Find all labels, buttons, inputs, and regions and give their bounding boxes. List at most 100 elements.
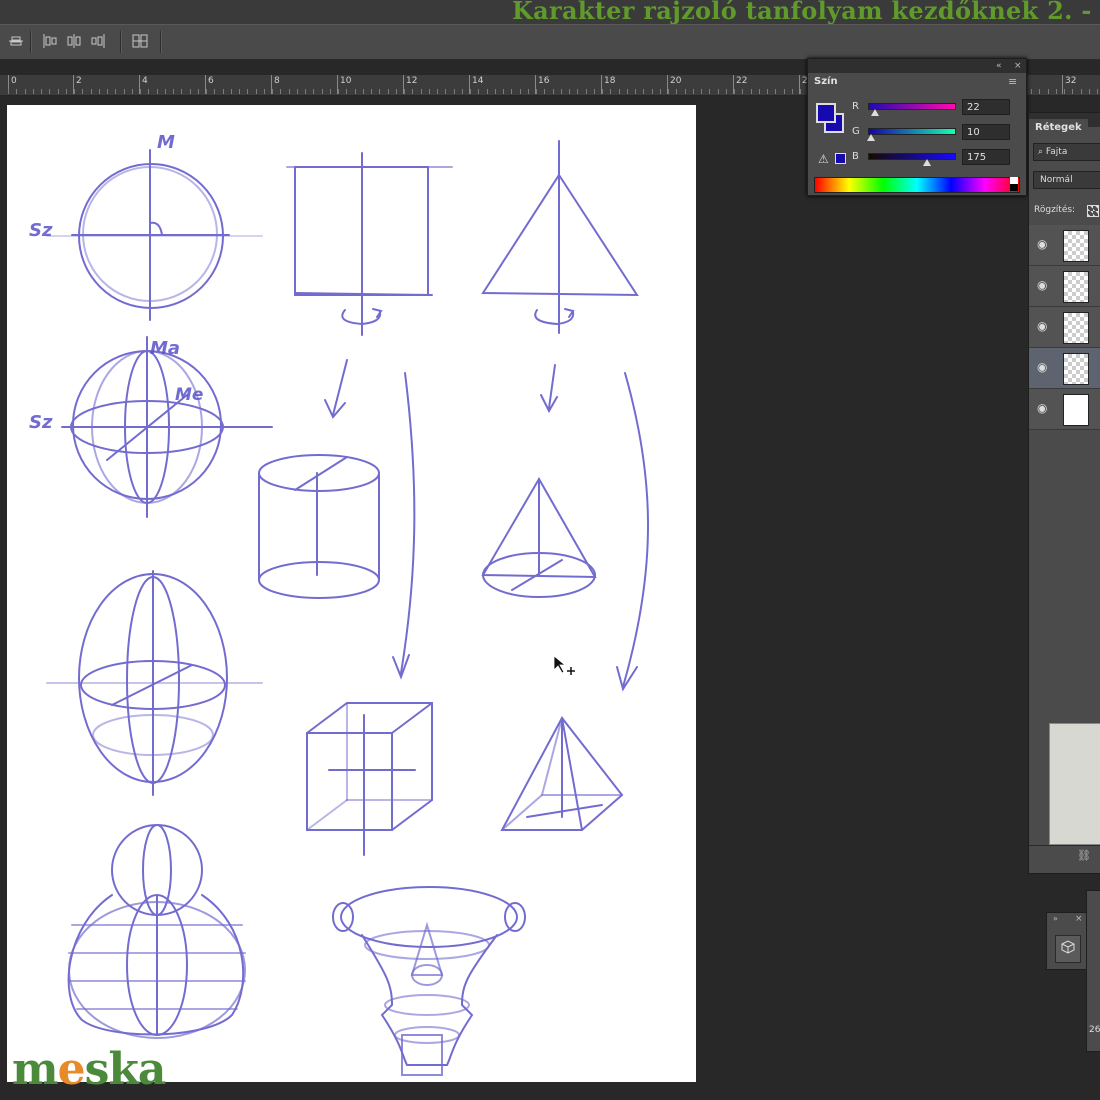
ruler-minor-tick <box>148 89 149 94</box>
ruler-label: 18 <box>604 76 616 86</box>
ruler-minor-tick <box>1097 89 1098 94</box>
tab-layers[interactable]: Rétegek <box>1029 119 1088 137</box>
lock-transparent-icon[interactable] <box>1087 205 1099 217</box>
ruler-label: 14 <box>472 76 484 86</box>
ruler-minor-tick <box>718 89 719 94</box>
ruler-label: 6 <box>208 76 214 86</box>
spectrum-black-white[interactable] <box>1010 177 1018 191</box>
layer-row[interactable]: ◉ <box>1029 348 1100 389</box>
distribute-right-icon[interactable] <box>88 32 108 50</box>
search-icon: ⌕ <box>1038 147 1044 157</box>
ruler-minor-tick <box>784 89 785 94</box>
channel-slider-g[interactable] <box>868 128 956 135</box>
ruler-minor-tick <box>470 89 471 94</box>
ruler-minor-tick <box>165 89 166 94</box>
3d-cube-icon[interactable] <box>1055 935 1081 963</box>
ruler-minor-tick <box>206 89 207 94</box>
ruler-minor-tick <box>1064 89 1065 94</box>
ruler-minor-tick <box>602 89 603 94</box>
ruler-minor-tick <box>1056 89 1057 94</box>
ruler-minor-tick <box>643 89 644 94</box>
slider-thumb[interactable] <box>871 109 880 116</box>
visibility-eye-icon[interactable]: ◉ <box>1037 360 1051 374</box>
meska-logo: meska <box>12 1044 167 1095</box>
channel-value-b[interactable]: 175 <box>962 149 1010 165</box>
blend-mode-select[interactable]: Normál <box>1033 171 1100 189</box>
spectrum-bar[interactable] <box>814 177 1020 193</box>
mini-panel-close-icon[interactable]: × <box>1075 914 1083 924</box>
distribute-center-icon[interactable] <box>64 32 84 50</box>
channel-label-g: G <box>852 126 860 137</box>
ruler-label: 12 <box>406 76 418 86</box>
channel-slider-b[interactable] <box>868 153 956 160</box>
ruler-minor-tick <box>25 89 26 94</box>
ruler-minor-tick <box>388 89 389 94</box>
ruler-minor-tick <box>115 89 116 94</box>
ruler-minor-tick <box>74 89 75 94</box>
ruler-minor-tick <box>214 89 215 94</box>
channel-value-r[interactable]: 22 <box>962 99 1010 115</box>
distribute-left-icon[interactable] <box>40 32 60 50</box>
layer-row[interactable]: ◉ <box>1029 266 1100 307</box>
link-layers-icon[interactable]: ⛓ <box>1077 849 1091 862</box>
web-safe-swatch[interactable] <box>835 153 846 164</box>
layer-row[interactable]: ◉ <box>1029 389 1100 430</box>
ruler-minor-tick <box>445 89 446 94</box>
label-Me: Me <box>175 385 203 405</box>
ruler-minor-tick <box>561 89 562 94</box>
ruler-minor-tick <box>652 89 653 94</box>
ruler-minor-tick <box>272 89 273 94</box>
ruler-minor-tick <box>586 89 587 94</box>
channel-value-g[interactable]: 10 <box>962 124 1010 140</box>
tab-color[interactable]: Szín <box>808 73 844 91</box>
ruler-minor-tick <box>594 89 595 94</box>
auto-align-icon[interactable] <box>130 32 150 50</box>
layer-thumbnail <box>1063 230 1089 262</box>
out-of-gamut-warning-icon[interactable]: ⚠ <box>818 153 829 165</box>
ruler-minor-tick <box>66 89 67 94</box>
label-Sz-1: Sz <box>29 220 53 241</box>
ruler-minor-tick <box>577 89 578 94</box>
ruler-minor-tick <box>1048 89 1049 94</box>
window-title: Karakter rajzoló tanfolyam kezdőknek 2. … <box>512 0 1100 24</box>
logo-part: ska <box>84 1044 167 1095</box>
ruler-minor-tick <box>124 89 125 94</box>
ruler-minor-tick <box>363 89 364 94</box>
layer-row[interactable]: ◉ <box>1029 307 1100 348</box>
layer-thumbnail <box>1063 353 1089 385</box>
foreground-swatch[interactable] <box>816 103 836 123</box>
ruler-minor-tick <box>346 89 347 94</box>
collapse-icon[interactable]: « <box>996 59 1002 73</box>
channel-slider-r[interactable] <box>868 103 956 110</box>
align-icon[interactable] <box>6 32 26 50</box>
ruler-label: 22 <box>736 76 748 86</box>
mini-panel-expand-icon[interactable]: » <box>1053 914 1058 923</box>
slider-thumb[interactable] <box>922 159 931 166</box>
ruler-minor-tick <box>437 89 438 94</box>
ruler-minor-tick <box>280 89 281 94</box>
ruler-minor-tick <box>338 89 339 94</box>
blend-mode-value: Normál <box>1040 175 1073 185</box>
slider-thumb[interactable] <box>867 134 876 141</box>
visibility-eye-icon[interactable]: ◉ <box>1037 319 1051 333</box>
ruler-minor-tick <box>528 89 529 94</box>
visibility-eye-icon[interactable]: ◉ <box>1037 278 1051 292</box>
ruler-minor-tick <box>800 89 801 94</box>
layers-footer: ⛓ <box>1029 845 1100 868</box>
canvas-document[interactable]: M Sz Ma Me Sz <box>7 105 696 1082</box>
ruler-minor-tick <box>355 89 356 94</box>
close-icon[interactable]: × <box>1014 59 1022 73</box>
ruler-minor-tick <box>91 89 92 94</box>
ruler-minor-tick <box>685 89 686 94</box>
ruler-label: 32 <box>1065 76 1077 86</box>
logo-part: m <box>12 1044 59 1095</box>
ruler-minor-tick <box>1031 89 1032 94</box>
mini-panel: » × <box>1046 912 1088 970</box>
visibility-eye-icon[interactable]: ◉ <box>1037 237 1051 251</box>
layer-row[interactable]: ◉ <box>1029 225 1100 266</box>
layer-filter[interactable]: ⌕ Fajta <box>1033 143 1100 161</box>
panel-menu-icon[interactable]: ≡ <box>1008 75 1017 89</box>
ruler-minor-tick <box>190 89 191 94</box>
ruler-minor-tick <box>536 89 537 94</box>
visibility-eye-icon[interactable]: ◉ <box>1037 401 1051 415</box>
